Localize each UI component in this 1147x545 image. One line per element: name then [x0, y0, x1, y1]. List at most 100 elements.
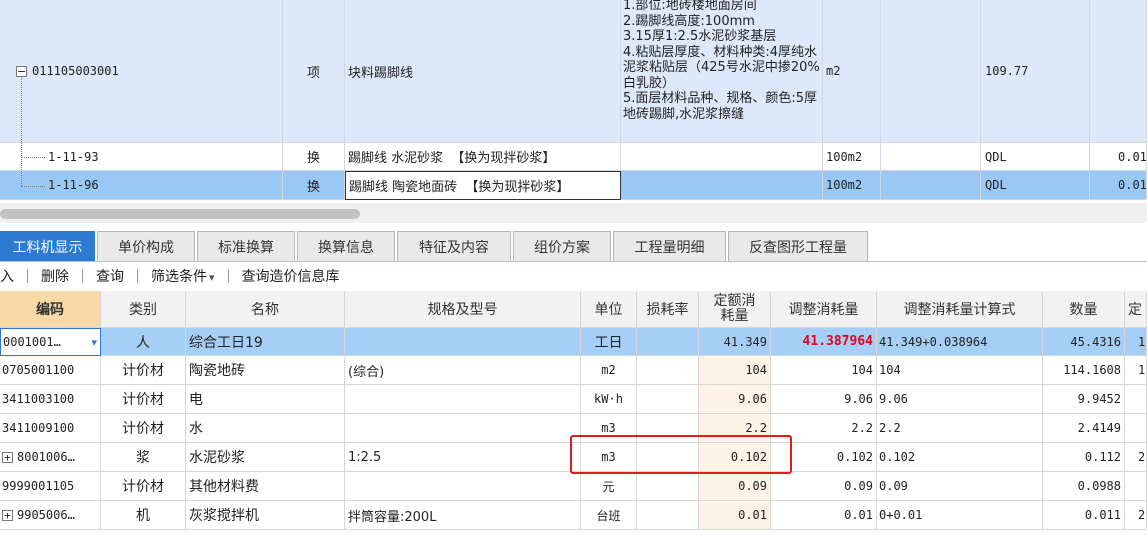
material-quantity-cell[interactable]: 45.4316 — [1043, 328, 1125, 356]
bill-row-extra-cell[interactable] — [1090, 0, 1147, 143]
quota-row-extra-cell[interactable]: 0.01 — [1090, 143, 1147, 171]
quota-row-blank-cell[interactable] — [881, 171, 981, 200]
quota-row-qty-cell[interactable]: QDL — [981, 143, 1090, 171]
material-quantity-cell[interactable]: 0.011 — [1043, 501, 1125, 530]
tab-unit-price-composition[interactable]: 单价构成 — [97, 231, 195, 261]
collapse-icon[interactable]: − — [16, 65, 27, 77]
tab-reverse-lookup-graphic-quantity[interactable]: 反查图形工程量 — [728, 231, 868, 261]
material-category-cell[interactable]: 计价材 — [101, 356, 186, 385]
material-category-cell[interactable]: 浆 — [101, 443, 186, 472]
material-adjusted-cell[interactable]: 0.01 — [771, 501, 877, 530]
col-header-code[interactable]: 编码 — [0, 291, 101, 328]
material-quota-cell[interactable]: 2.2 — [699, 414, 771, 443]
material-quota-cell[interactable]: 0.01 — [699, 501, 771, 530]
material-loss-cell[interactable] — [637, 443, 699, 472]
quota-row-unit-cell[interactable]: 100m2 — [823, 171, 881, 200]
filter-conditions-button[interactable]: 筛选条件 ▾ — [149, 266, 217, 286]
quota-row-unit-cell[interactable]: 100m2 — [823, 143, 881, 171]
material-quota-cell[interactable]: 0.102 — [699, 443, 771, 472]
quota-row-name-cell[interactable]: 踢脚线 陶瓷地面砖 【换为现拌砂浆】 — [345, 171, 621, 200]
material-adjusted-cell[interactable]: 0.09 — [771, 472, 877, 501]
tab-features-content[interactable]: 特征及内容 — [397, 231, 511, 261]
quota-row-type-cell[interactable]: 换 — [283, 171, 345, 200]
insert-button[interactable]: 入 — [0, 266, 16, 286]
material-name-cell[interactable]: 陶瓷地砖 — [186, 356, 345, 385]
bill-row-type-cell[interactable]: 项 — [283, 0, 345, 143]
material-code-cell[interactable]: 0705001100 — [0, 356, 101, 385]
material-quota-cell[interactable]: 104 — [699, 356, 771, 385]
material-loss-cell[interactable] — [637, 414, 699, 443]
bill-row-qty-cell[interactable]: 109.77 — [981, 0, 1090, 143]
material-unit-cell[interactable]: 台班 — [581, 501, 637, 530]
material-extra-cell[interactable]: 2 — [1125, 501, 1147, 530]
bill-row-description-cell[interactable]: 1.部位:地砖楼地面房间 2.踢脚线高度:100mm 3.15厚1:2.5水泥砂… — [621, 0, 823, 143]
quota-row-blank-cell[interactable] — [881, 143, 981, 171]
material-category-cell[interactable]: 计价材 — [101, 385, 186, 414]
material-category-cell[interactable]: 计价材 — [101, 472, 186, 501]
material-unit-cell[interactable]: 元 — [581, 472, 637, 501]
col-header-adjusted-consumption[interactable]: 调整消耗量 — [771, 291, 877, 328]
quota-row-desc-cell[interactable] — [621, 143, 823, 171]
material-code-cell[interactable]: 9999001105 — [0, 472, 101, 501]
material-formula-cell[interactable]: 0+0.01 — [877, 501, 1043, 530]
col-header-quota-consumption[interactable]: 定额消耗量 — [699, 291, 771, 328]
material-category-cell[interactable]: 计价材 — [101, 414, 186, 443]
material-spec-cell[interactable]: 拌筒容量:200L — [345, 501, 581, 530]
material-code-cell[interactable]: 3411009100 — [0, 414, 101, 443]
material-loss-cell[interactable] — [637, 501, 699, 530]
material-unit-cell[interactable]: kW·h — [581, 385, 637, 414]
material-code-cell[interactable]: 0001001… ▾ — [0, 328, 101, 356]
material-category-cell[interactable]: 人 — [101, 328, 186, 356]
material-adjusted-cell[interactable]: 104 — [771, 356, 877, 385]
material-spec-cell[interactable]: (综合) — [345, 356, 581, 385]
material-spec-cell[interactable] — [345, 472, 581, 501]
dropdown-arrow-icon[interactable]: ▾ — [91, 336, 97, 349]
material-quantity-cell[interactable]: 114.1608 — [1043, 356, 1125, 385]
quota-row-type-cell[interactable]: 换 — [283, 143, 345, 171]
bill-row-blank-cell[interactable] — [881, 0, 981, 143]
material-loss-cell[interactable] — [637, 472, 699, 501]
material-formula-cell[interactable]: 0.102 — [877, 443, 1043, 472]
material-formula-cell[interactable]: 9.06 — [877, 385, 1043, 414]
col-header-extra[interactable]: 定 — [1125, 291, 1147, 328]
material-adjusted-cell[interactable]: 9.06 — [771, 385, 877, 414]
material-loss-cell[interactable] — [637, 356, 699, 385]
material-name-cell[interactable]: 综合工日19 — [186, 328, 345, 356]
material-extra-cell[interactable]: 1 — [1125, 356, 1147, 385]
material-loss-cell[interactable] — [637, 385, 699, 414]
col-header-name[interactable]: 名称 — [186, 291, 345, 328]
material-quantity-cell[interactable]: 2.4149 — [1043, 414, 1125, 443]
material-extra-cell[interactable] — [1125, 385, 1147, 414]
material-name-cell[interactable]: 水泥砂浆 — [186, 443, 345, 472]
material-spec-cell[interactable] — [345, 414, 581, 443]
delete-button[interactable]: 删除 — [39, 266, 71, 286]
material-extra-cell[interactable]: 2 — [1125, 443, 1147, 472]
quota-row-extra-cell[interactable]: 0.01 — [1090, 171, 1147, 200]
material-name-cell[interactable]: 灰浆搅拌机 — [186, 501, 345, 530]
tab-conversion-info[interactable]: 换算信息 — [297, 231, 395, 261]
col-header-category[interactable]: 类别 — [101, 291, 186, 328]
material-adjusted-cell[interactable]: 0.102 — [771, 443, 877, 472]
tab-standard-conversion[interactable]: 标准换算 — [197, 231, 295, 261]
material-loss-cell[interactable] — [637, 328, 699, 356]
col-header-quantity[interactable]: 数量 — [1043, 291, 1125, 328]
material-quota-cell[interactable]: 41.349 — [699, 328, 771, 356]
material-unit-cell[interactable]: m3 — [581, 414, 637, 443]
col-header-loss-rate[interactable]: 损耗率 — [637, 291, 699, 328]
material-quantity-cell[interactable]: 0.0988 — [1043, 472, 1125, 501]
material-spec-cell[interactable] — [345, 385, 581, 414]
material-unit-cell[interactable]: 工日 — [581, 328, 637, 356]
material-name-cell[interactable]: 电 — [186, 385, 345, 414]
material-quota-cell[interactable]: 0.09 — [699, 472, 771, 501]
quota-row-qty-cell[interactable]: QDL — [981, 171, 1090, 200]
col-header-unit[interactable]: 单位 — [581, 291, 637, 328]
query-price-info-button[interactable]: 查询造价信息库 — [240, 266, 342, 286]
material-spec-cell[interactable]: 1:2.5 — [345, 443, 581, 472]
scrollbar-thumb[interactable] — [0, 209, 360, 219]
material-formula-cell[interactable]: 41.349+0.038964 — [877, 328, 1043, 356]
col-header-adjusted-formula[interactable]: 调整消耗量计算式 — [877, 291, 1043, 328]
quota-row-desc-cell[interactable] — [621, 171, 823, 200]
material-spec-cell[interactable] — [345, 328, 581, 356]
material-quantity-cell[interactable]: 9.9452 — [1043, 385, 1125, 414]
material-formula-cell[interactable]: 0.09 — [877, 472, 1043, 501]
